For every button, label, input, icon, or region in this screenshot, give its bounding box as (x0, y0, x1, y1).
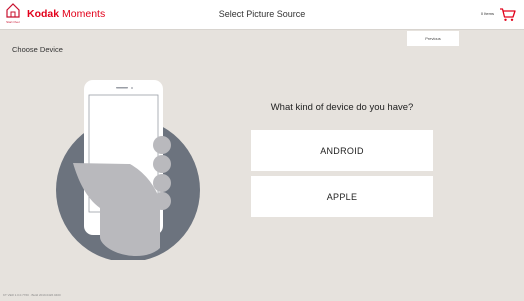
section-label: Choose Device (12, 45, 63, 54)
phone-in-hand-illustration (56, 80, 200, 260)
version-info: KT VER 1.0.0.7760 · Build 2019.0426.0400 (3, 293, 61, 297)
page-title: Select Picture Source (218, 9, 306, 19)
apple-button[interactable]: APPLE (251, 176, 433, 217)
android-button[interactable]: ANDROID (251, 130, 433, 171)
start-over-label: Start Over (6, 20, 20, 24)
header-bar: Start Over Kodak Moments Select Picture … (0, 0, 524, 30)
shopping-cart-icon[interactable] (499, 7, 516, 22)
previous-button[interactable]: Previous (407, 31, 459, 46)
device-question: What kind of device do you have? (270, 102, 414, 113)
cart-count: 0 Items (480, 11, 494, 16)
